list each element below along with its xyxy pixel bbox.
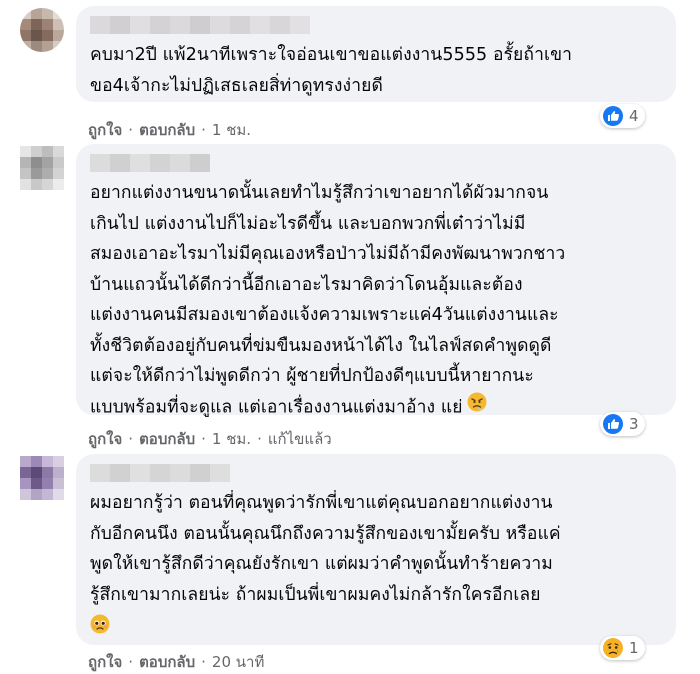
timestamp[interactable]: 20 นาที <box>212 650 264 674</box>
avatar[interactable] <box>20 456 64 500</box>
reaction-summary[interactable]: 3 <box>600 412 645 436</box>
comment-text: อยากแต่งงานขนาดนั้นเลยทำไมรู้สึกว่าเขาอย… <box>90 178 666 422</box>
author-name-blurred[interactable] <box>90 464 230 482</box>
separator-dot: · <box>128 430 134 448</box>
separator-dot: · <box>257 430 262 448</box>
comment-bubble: คบมา2ปี แพ้2นาทีเพราะใจอ่อนเขาขอแต่งงาน5… <box>76 6 676 102</box>
timestamp[interactable]: 1 ชม. <box>212 427 251 451</box>
sad-icon <box>603 638 623 658</box>
comment-bubble: อยากแต่งงานขนาดนั้นเลยทำไมรู้สึกว่าเขาอย… <box>76 144 676 417</box>
reply-button[interactable]: ตอบกลับ <box>139 427 195 451</box>
separator-dot: · <box>128 653 134 671</box>
comment-actions: ถูกใจ · ตอบกลับ · 1 ชม. · แก้ไขแล้ว <box>88 427 332 451</box>
like-icon <box>603 414 623 434</box>
reaction-count: 4 <box>629 107 639 125</box>
angry-face-icon <box>467 392 487 423</box>
reaction-summary[interactable]: 1 <box>600 636 645 660</box>
comment-actions: ถูกใจ · ตอบกลับ · 20 นาที <box>88 650 264 674</box>
avatar[interactable] <box>20 8 64 52</box>
comment-actions: ถูกใจ · ตอบกลับ · 1 ชม. <box>88 118 251 142</box>
comment-bubble: ผมอยากรู้ว่า ตอนที่คุณพูดว่ารักพี่เขาแต่… <box>76 454 676 645</box>
edited-label[interactable]: แก้ไขแล้ว <box>268 427 332 451</box>
reply-button[interactable]: ตอบกลับ <box>139 118 195 142</box>
separator-dot: · <box>128 121 134 139</box>
separator-dot: · <box>201 121 206 139</box>
author-name-blurred[interactable] <box>90 16 310 34</box>
comment-text: คบมา2ปี แพ้2นาทีเพราะใจอ่อนเขาขอแต่งงาน5… <box>90 45 573 96</box>
like-button[interactable]: ถูกใจ <box>88 118 122 142</box>
avatar[interactable] <box>20 146 64 190</box>
pleading-face-icon <box>90 614 110 638</box>
reaction-count: 1 <box>629 639 639 657</box>
comment-text: ผมอยากรู้ว่า ตอนที่คุณพูดว่ารักพี่เขาแต่… <box>90 493 561 605</box>
author-name-blurred[interactable] <box>90 154 210 172</box>
like-icon <box>603 106 623 126</box>
timestamp[interactable]: 1 ชม. <box>212 118 251 142</box>
reaction-count: 3 <box>629 415 639 433</box>
separator-dot: · <box>201 430 206 448</box>
reply-button[interactable]: ตอบกลับ <box>139 650 195 674</box>
separator-dot: · <box>201 653 206 671</box>
like-button[interactable]: ถูกใจ <box>88 427 122 451</box>
reaction-summary[interactable]: 4 <box>600 104 645 128</box>
like-button[interactable]: ถูกใจ <box>88 650 122 674</box>
